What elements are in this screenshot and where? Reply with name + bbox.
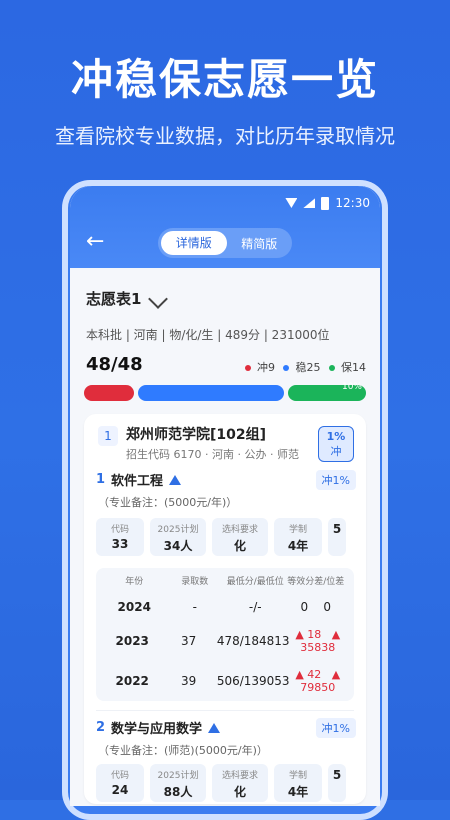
hero-title: 冲稳保志愿一览 xyxy=(70,55,379,104)
legend-chong: 冲9 xyxy=(244,359,275,375)
warning-icon xyxy=(169,474,182,485)
stat-plan: 2025计划 88人 xyxy=(150,764,206,802)
stat-extra: 5 xyxy=(328,518,346,556)
major-title-2: 2 数学与应用数学 xyxy=(96,718,221,737)
divider xyxy=(96,710,354,711)
back-arrow-icon[interactable]: ← xyxy=(86,231,104,253)
stat-code: 代码 24 xyxy=(96,764,144,802)
table-row: 2023 37 478/184813 ▲ 18 ▲ 35838 xyxy=(115,628,341,654)
tab-simple[interactable]: 精简版 xyxy=(227,235,293,252)
legend-wen: 稳25 xyxy=(283,359,321,375)
school-sub: 招生代码 6170 · 河南 · 公办 · 师范 xyxy=(126,448,299,461)
major-stats-1: 代码 33 2025计划 34人 选科要求 化 学制 4年 5 xyxy=(96,518,346,556)
table-row: 2024 - -/- 0 0 xyxy=(117,600,332,614)
school-name: 郑州师范学院[102组] xyxy=(126,427,267,443)
status-time: 12:30 xyxy=(335,196,370,210)
major-stats-2: 代码 24 2025计划 88人 选科要求 化 学制 4年 5 xyxy=(96,764,346,802)
school-index: 1 xyxy=(98,426,118,446)
table-row: 2022 39 506/139053 ▲ 42 ▲ 79850 xyxy=(115,668,341,694)
major-remark-1: （专业备注：(5000元/年)） xyxy=(98,496,238,509)
major-pill-1: 冲1% xyxy=(315,470,356,490)
stat-code: 代码 33 xyxy=(96,518,144,556)
school-card[interactable]: 1 郑州师范学院[102组] 招生代码 6170 · 河南 · 公办 · 师范 … xyxy=(84,414,366,804)
up-arrow-icon: ▲ xyxy=(295,628,304,641)
plan-title: 志愿表1 xyxy=(86,290,142,308)
view-toggle: 详情版 精简版 xyxy=(158,228,292,258)
app-screen: 12:30 ← 详情版 精简版 志愿表1 本科批 | 河南 | 物/化/生 | … xyxy=(70,186,380,806)
up-arrow-icon: ▲ xyxy=(331,668,341,681)
up-arrow-icon: ▲ xyxy=(295,668,304,681)
green-dot-icon xyxy=(328,365,335,371)
wifi-icon xyxy=(285,198,298,208)
stat-subject: 选科要求 化 xyxy=(212,764,268,802)
warning-icon xyxy=(208,722,221,733)
tab-detail[interactable]: 详情版 xyxy=(161,231,227,255)
up-arrow-icon: ▲ xyxy=(331,628,341,641)
legend-bao: 保14 xyxy=(328,359,366,375)
bar-bao: 10% xyxy=(287,382,366,401)
distribution-bar: 10% xyxy=(84,382,366,401)
plan-count: 48/48 xyxy=(86,354,143,375)
signal-icon xyxy=(303,198,316,208)
red-dot-icon xyxy=(244,365,251,371)
plan-title-row: 志愿表1 xyxy=(86,288,169,309)
blue-dot-icon xyxy=(283,365,289,371)
plan-legend: 冲9 稳25 保14 xyxy=(244,359,366,375)
top-bar: 12:30 ← 详情版 精简版 xyxy=(70,186,380,268)
bar-chong xyxy=(84,385,135,401)
table-header: 年份 录取数 最低分/最低位 等效分差/位差 xyxy=(125,577,345,587)
bar-wen xyxy=(138,385,284,401)
major-remark-2: （专业备注：(师范)(5000元/年)） xyxy=(98,744,268,757)
major-title-1: 1 软件工程 xyxy=(96,470,182,489)
history-table: 年份 录取数 最低分/最低位 等效分差/位差 2024 - -/- 0 0 20… xyxy=(96,568,354,701)
content-area: 志愿表1 本科批 | 河南 | 物/化/生 | 489分 | 231000位 4… xyxy=(70,268,380,806)
battery-icon xyxy=(321,196,330,210)
stat-years: 学制 4年 xyxy=(274,518,322,556)
major-pill-2: 冲1% xyxy=(315,718,356,738)
status-bar: 12:30 xyxy=(285,196,370,210)
stat-plan: 2025计划 34人 xyxy=(150,518,206,556)
stat-years: 学制 4年 xyxy=(274,764,322,802)
plan-meta: 本科批 | 河南 | 物/化/生 | 489分 | 231000位 xyxy=(86,328,330,342)
bar-pct: 10% xyxy=(341,382,362,392)
chong-badge: 1% 冲 xyxy=(318,426,354,462)
hero-subtitle: 查看院校专业数据，对比历年录取情况 xyxy=(55,124,395,148)
stat-subject: 选科要求 化 xyxy=(212,518,268,556)
edit-icon[interactable] xyxy=(148,288,169,309)
stat-extra: 5 xyxy=(328,764,346,802)
